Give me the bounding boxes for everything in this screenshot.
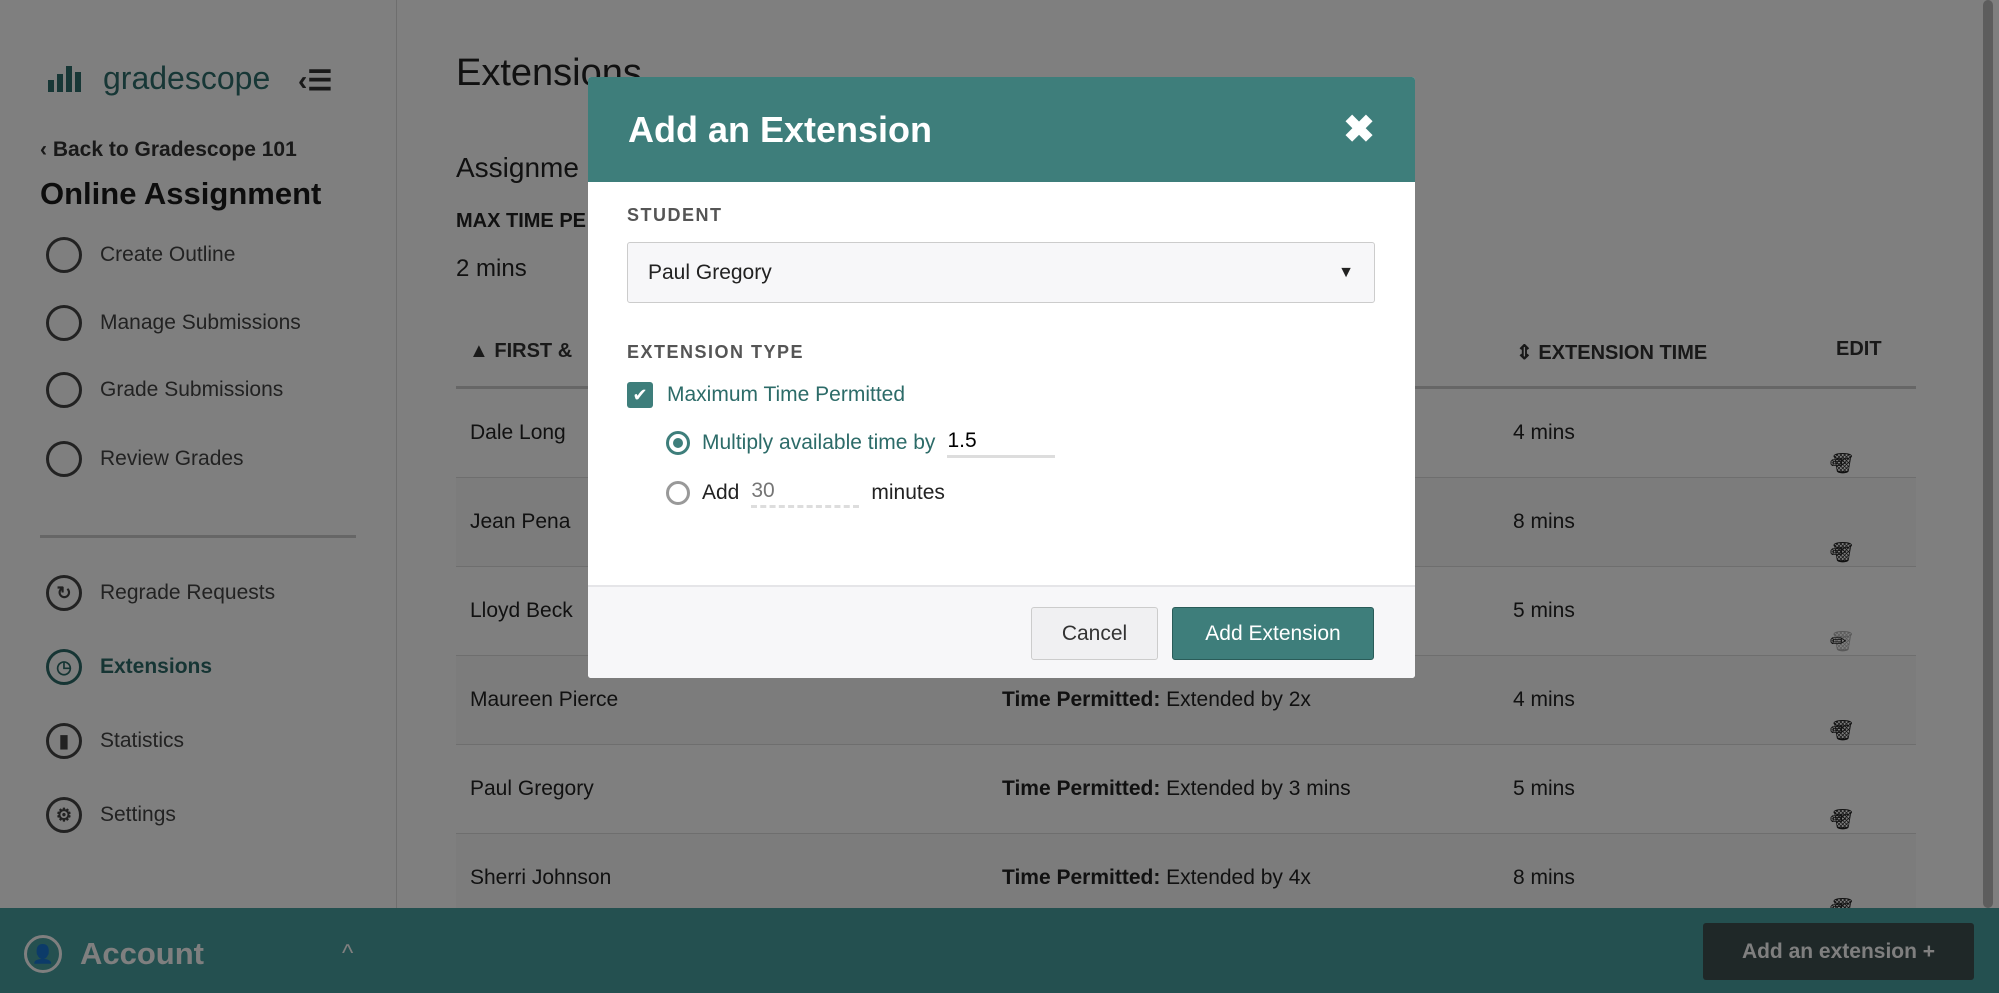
caret-down-icon: ▼ — [1338, 263, 1354, 281]
max-time-checkbox[interactable]: ✔ Maximum Time Permitted — [627, 382, 905, 408]
cancel-button[interactable]: Cancel — [1031, 607, 1158, 660]
minutes-input[interactable] — [751, 477, 860, 508]
dialog-footer: Cancel Add Extension — [588, 585, 1415, 678]
radio-label: Multiply available time by — [702, 430, 936, 454]
checkmark-icon: ✔ — [627, 382, 653, 408]
checkbox-label: Maximum Time Permitted — [667, 383, 906, 406]
radio-label: Add — [702, 480, 740, 504]
multiply-input[interactable] — [947, 427, 1056, 458]
student-value: Paul Gregory — [648, 260, 772, 284]
close-icon[interactable]: ✖ — [1343, 107, 1375, 152]
extension-type-label: EXTENSION TYPE — [627, 342, 805, 362]
add-minutes-radio[interactable]: Add minutes — [666, 477, 945, 508]
student-label: STUDENT — [627, 205, 723, 225]
student-select[interactable]: Paul Gregory ▼ — [627, 242, 1375, 303]
radio-selected-icon — [666, 430, 690, 455]
minutes-label: minutes — [871, 480, 945, 504]
multiply-radio[interactable]: Multiply available time by — [666, 427, 1056, 458]
add-extension-submit-button[interactable]: Add Extension — [1172, 607, 1374, 660]
add-extension-dialog: Add an Extension ✖ STUDENT Paul Gregory ▼ … — [588, 77, 1415, 678]
dialog-header: Add an Extension ✖ — [588, 77, 1415, 182]
radio-unselected-icon — [666, 480, 690, 505]
dialog-title: Add an Extension — [628, 108, 933, 150]
